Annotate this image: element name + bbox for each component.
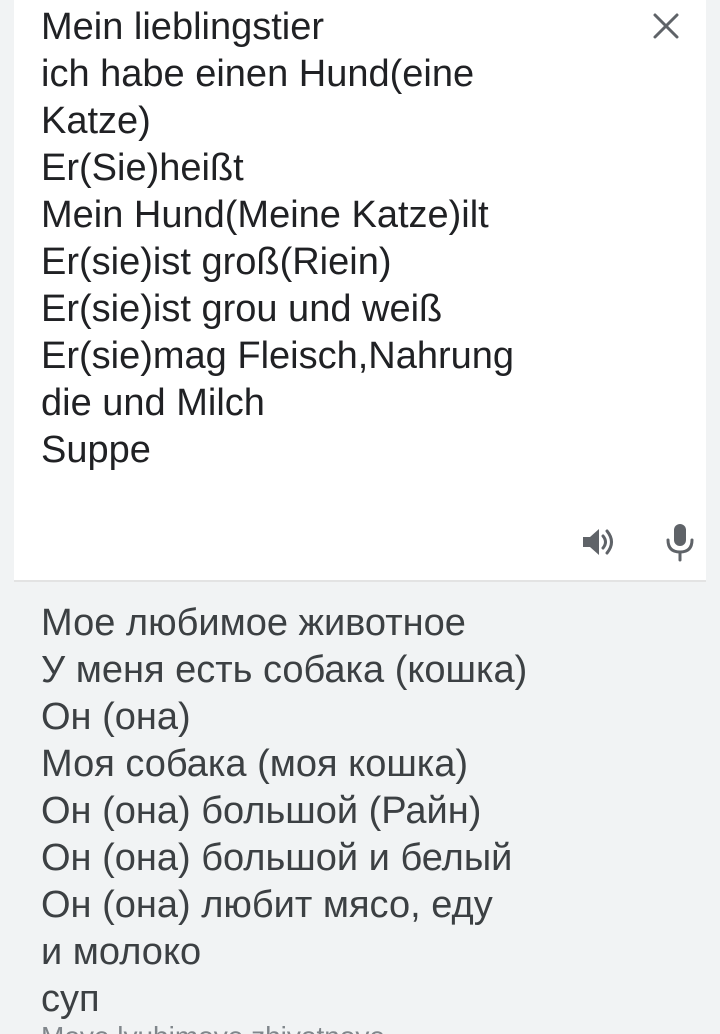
translation-text: Мое любимое животное У меня есть собака … [41, 600, 681, 1023]
translation-line: Он (она) большой (Райн) [41, 790, 482, 832]
source-line: Er(sie)ist grou und weiß [41, 288, 443, 330]
translation-line: Он (она) [41, 696, 191, 738]
microphone-icon [666, 524, 694, 562]
source-line: Er(sie)ist groß(Riein) [41, 241, 392, 283]
listen-button[interactable] [579, 522, 619, 562]
translate-app: Mein lieblingstier ich habe einen Hund(e… [0, 0, 720, 1034]
source-line: Er(sie)mag Fleisch,Nahrung [41, 335, 515, 377]
translation-line: и молоко [41, 931, 202, 973]
clear-text-button[interactable] [650, 10, 682, 42]
source-line: Mein Hund(Meine Katze)ilt [41, 194, 489, 236]
voice-input-button[interactable] [662, 522, 698, 562]
translation-output-panel: Мое любимое животное У меня есть собака … [14, 582, 706, 1034]
speaker-icon [583, 529, 613, 555]
source-line: die und Milch [41, 382, 265, 424]
translation-line: Моя собака (моя кошка) [41, 743, 469, 785]
translation-line: У меня есть собака (кошка) [41, 649, 528, 691]
translation-line: суп [41, 978, 100, 1020]
source-line: Katze) [41, 100, 151, 142]
translation-line: Он (она) большой и белый [41, 837, 513, 879]
source-text[interactable]: Mein lieblingstier ich habe einen Hund(e… [41, 4, 621, 474]
source-line: ich habe einen Hund(eine [41, 53, 475, 95]
close-icon [653, 13, 679, 39]
translation-line: Мое любимое животное [41, 602, 466, 644]
source-line: Er(Sie)heißt [41, 147, 244, 189]
source-line: Suppe [41, 429, 151, 471]
translation-line: Он (она) любит мясо, еду [41, 884, 493, 926]
source-input-panel[interactable]: Mein lieblingstier ich habe einen Hund(e… [14, 0, 706, 582]
source-line: Mein lieblingstier [41, 6, 325, 48]
transliteration-text: Moye lyubimoye zhivotnoye [41, 1022, 385, 1034]
